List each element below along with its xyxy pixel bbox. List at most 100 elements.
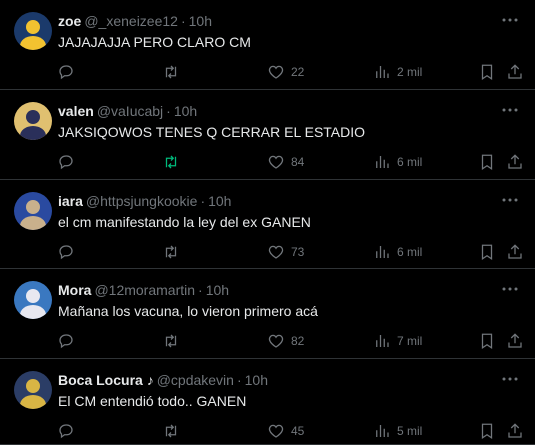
reply-button[interactable] xyxy=(57,152,75,172)
view-count: 6 mil xyxy=(397,245,423,259)
bookmark-button[interactable] xyxy=(478,152,496,172)
tweet-4[interactable]: Mora @12moramartin · 10h Mañana los vacuna,… xyxy=(0,269,535,359)
share-button[interactable] xyxy=(506,152,524,172)
tweet-text: El CM entendió todo.. GANEN xyxy=(58,393,247,409)
bookmark-button[interactable] xyxy=(478,62,496,82)
timestamp[interactable]: 10h xyxy=(174,103,197,119)
avatar[interactable] xyxy=(14,192,52,230)
like-button[interactable]: 45 xyxy=(267,421,304,441)
heart-icon xyxy=(268,155,284,169)
retweet-icon xyxy=(165,334,177,348)
timestamp[interactable]: 10h xyxy=(245,372,268,388)
tweet-2[interactable]: valen @vaIucabj · 10h JAKSIQOWOS TENES Q CE… xyxy=(0,90,535,180)
user-handle[interactable]: @12moramartin xyxy=(94,282,195,298)
tweet-3[interactable]: iara @httpsjungkookie · 10h el cm manifesta… xyxy=(0,180,535,269)
display-name[interactable]: iara xyxy=(58,193,83,209)
avatar[interactable] xyxy=(14,371,52,409)
avatar[interactable] xyxy=(14,12,52,50)
tweet-actions: 45 5 mil xyxy=(0,421,535,441)
avatar[interactable] xyxy=(14,281,52,319)
separator-dot: · xyxy=(166,103,171,119)
bookmark-icon xyxy=(481,64,493,80)
reply-button[interactable] xyxy=(57,242,75,262)
like-count: 73 xyxy=(291,245,305,259)
reply-icon xyxy=(59,155,73,170)
tweet-text: JAKSIQOWOS TENES Q CERRAR EL ESTADIO xyxy=(58,124,366,140)
timestamp[interactable]: 10h xyxy=(208,193,231,209)
tweet-actions: 22 2 mil xyxy=(0,62,535,82)
timestamp[interactable]: 10h xyxy=(206,282,229,298)
views-icon xyxy=(376,66,389,78)
retweet-icon xyxy=(165,155,177,169)
view-count: 6 mil xyxy=(397,155,423,169)
bookmark-icon xyxy=(481,423,493,439)
user-handle[interactable]: @_xeneizee12 xyxy=(84,13,178,29)
more-icon[interactable] xyxy=(501,280,519,298)
views-button[interactable]: 5 mil xyxy=(373,421,422,441)
reply-icon xyxy=(59,245,73,260)
tweet-actions: 84 6 mil xyxy=(0,152,535,172)
display-name[interactable]: valen xyxy=(58,103,94,119)
bookmark-button[interactable] xyxy=(478,331,496,351)
more-icon[interactable] xyxy=(501,11,519,29)
bookmark-icon xyxy=(481,244,493,260)
share-icon xyxy=(508,244,522,259)
tweet-header: Mora @12moramartin · 10h xyxy=(58,281,229,299)
tweet-1[interactable]: zoe @_xeneizee12 · 10h JAJAJAJJA PERO CLARO… xyxy=(0,0,535,90)
reply-feed: zoe @_xeneizee12 · 10h JAJAJAJJA PERO CLARO… xyxy=(0,0,535,445)
tweet-header: valen @vaIucabj · 10h xyxy=(58,102,197,120)
tweet-5[interactable]: Boca Locura ♪ @cpdakevin · 10h El CM entend… xyxy=(0,359,535,445)
display-name[interactable]: zoe xyxy=(58,13,81,29)
share-icon xyxy=(508,333,522,348)
reply-button[interactable] xyxy=(57,331,75,351)
retweet-button[interactable] xyxy=(162,421,180,441)
views-button[interactable]: 6 mil xyxy=(373,242,422,262)
reply-button[interactable] xyxy=(57,421,75,441)
separator-dot: · xyxy=(180,13,186,29)
bookmark-button[interactable] xyxy=(478,421,496,441)
like-button[interactable]: 84 xyxy=(267,152,304,172)
tweet-actions: 73 6 mil xyxy=(0,242,535,262)
share-button[interactable] xyxy=(506,62,524,82)
retweet-button[interactable] xyxy=(162,62,180,82)
more-icon[interactable] xyxy=(501,370,519,388)
bookmark-icon xyxy=(481,333,493,349)
share-button[interactable] xyxy=(506,331,524,351)
more-icon[interactable] xyxy=(501,191,519,209)
tweet-actions: 82 7 mil xyxy=(0,331,535,351)
views-button[interactable]: 2 mil xyxy=(373,62,422,82)
share-button[interactable] xyxy=(506,242,524,262)
like-count: 84 xyxy=(291,155,305,169)
views-icon xyxy=(376,425,389,437)
reply-button[interactable] xyxy=(57,62,75,82)
views-icon xyxy=(376,335,389,347)
bookmark-button[interactable] xyxy=(478,242,496,262)
share-icon xyxy=(508,64,522,79)
like-button[interactable]: 82 xyxy=(267,331,304,351)
user-handle[interactable]: @httpsjungkookie xyxy=(86,193,198,209)
user-handle[interactable]: @cpdakevin xyxy=(157,372,234,388)
tweet-header: Boca Locura ♪ @cpdakevin · 10h xyxy=(58,371,268,389)
more-icon[interactable] xyxy=(501,101,519,119)
views-button[interactable]: 6 mil xyxy=(373,152,422,172)
like-button[interactable]: 73 xyxy=(267,242,304,262)
like-count: 82 xyxy=(291,334,305,348)
view-count: 5 mil xyxy=(397,424,423,438)
like-count: 45 xyxy=(291,424,305,438)
share-button[interactable] xyxy=(506,421,524,441)
like-button[interactable]: 22 xyxy=(267,62,304,82)
retweet-icon xyxy=(165,245,177,259)
retweet-button[interactable] xyxy=(162,331,180,351)
tweet-text: Mañana los vacuna, lo vieron primero acá xyxy=(58,303,318,319)
display-name[interactable]: Mora xyxy=(58,282,91,298)
retweet-button[interactable] xyxy=(162,242,180,262)
user-handle[interactable]: @vaIucabj xyxy=(97,103,163,119)
avatar[interactable] xyxy=(14,102,52,140)
display-name[interactable]: Boca Locura ♪ xyxy=(58,372,154,388)
timestamp[interactable]: 10h xyxy=(189,13,212,29)
reply-icon xyxy=(59,334,73,349)
views-button[interactable]: 7 mil xyxy=(373,331,422,351)
heart-icon xyxy=(268,334,284,348)
separator-dot: · xyxy=(198,282,203,298)
retweet-button[interactable] xyxy=(162,152,180,172)
